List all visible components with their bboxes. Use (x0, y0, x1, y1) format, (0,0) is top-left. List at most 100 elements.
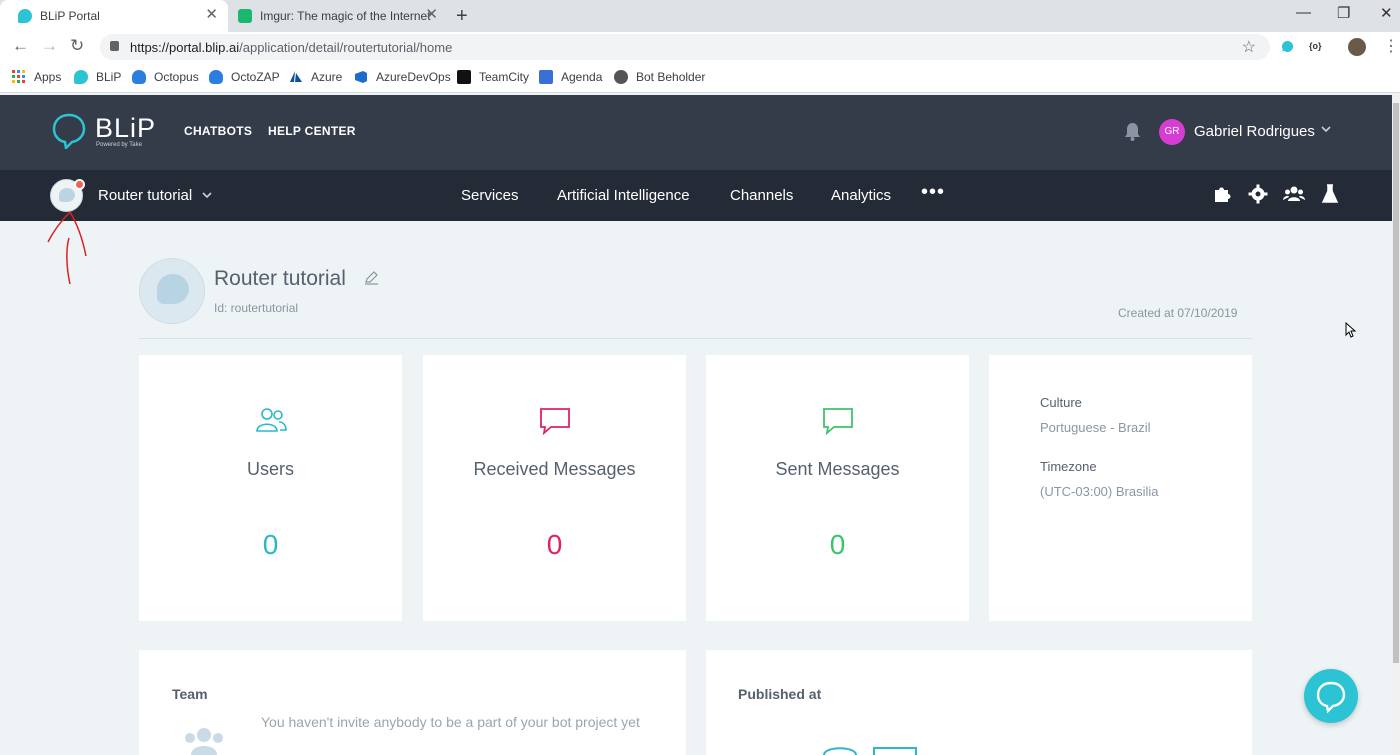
blip-logo[interactable]: BLiP Powered by Take (52, 113, 155, 154)
close-tab-icon[interactable]: ✕ (425, 7, 438, 22)
team-title: Team (172, 686, 208, 702)
mouse-cursor-icon (1345, 321, 1357, 343)
bookmark-bot-beholder[interactable]: Bot Beholder (614, 70, 705, 84)
url-text: https://portal.blip.ai/application/detai… (130, 40, 452, 55)
reload-icon[interactable]: ↻ (70, 36, 84, 56)
puzzle-icon[interactable] (1213, 184, 1233, 209)
user-avatar[interactable]: GR (1159, 119, 1185, 145)
published-title: Published at (738, 686, 822, 702)
sent-messages-card: Sent Messages 0 (706, 355, 969, 621)
imgur-favicon-icon (238, 9, 252, 23)
bot-id: Id: routertutorial (214, 301, 299, 315)
bot-selector[interactable]: Router tutorial (98, 187, 192, 204)
blip-logo-bubble-icon (52, 113, 86, 151)
bookmark-star-icon[interactable]: ☆ (1242, 37, 1256, 57)
chat-bubble-icon (157, 274, 189, 304)
scrollbar-thumb[interactable] (1393, 103, 1399, 663)
tab-channels[interactable]: Channels (730, 187, 793, 204)
teamcity-icon (457, 70, 471, 84)
json-extension-icon[interactable]: {o} (1309, 41, 1322, 51)
blip-favicon-icon (18, 9, 32, 23)
stat-value: 0 (829, 529, 846, 560)
logo-tagline: Powered by Take (96, 142, 142, 148)
close-tab-icon[interactable]: ✕ (205, 7, 218, 22)
nav-help-center[interactable]: HELP CENTER (268, 124, 356, 138)
tab-analytics[interactable]: Analytics (831, 187, 891, 204)
bookmark-label: Apps (34, 70, 62, 84)
page-title: Router tutorial (214, 267, 346, 290)
tab-imgur[interactable]: Imgur: The magic of the Internet ✕ (228, 0, 448, 32)
divider (139, 338, 1252, 339)
chat-support-button[interactable] (1304, 669, 1358, 723)
menu-kebab-icon[interactable]: ⋮ (1383, 36, 1399, 56)
annotation-arrow-icon (47, 211, 87, 285)
bookmark-label: Azure (311, 70, 343, 84)
new-tab-icon[interactable]: + (456, 5, 468, 28)
timezone-value: (UTC-03:00) Brasilia (1040, 484, 1159, 499)
team-empty-message: You haven't invite anybody to be a part … (261, 714, 640, 730)
maximize-icon[interactable]: ❐ (1337, 4, 1350, 22)
gear-icon[interactable] (1248, 184, 1268, 209)
bookmark-label: Octopus (154, 70, 199, 84)
calendar-icon (539, 70, 553, 84)
azure-icon (289, 70, 303, 84)
octopus-icon (209, 70, 223, 84)
chevron-down-icon[interactable] (1320, 122, 1332, 140)
team-placeholder-icon (181, 725, 227, 755)
stat-value: 0 (262, 529, 279, 560)
bookmark-agenda[interactable]: Agenda (539, 70, 602, 84)
bookmark-octopus[interactable]: Octopus (132, 70, 199, 84)
octopus-icon (132, 70, 146, 84)
tab-services[interactable]: Services (461, 187, 519, 204)
url-path: /application/detail/routertutorial/home (239, 40, 453, 55)
bell-icon[interactable] (1124, 122, 1141, 146)
bookmark-label: BLiP (96, 70, 122, 84)
bookmark-label: TeamCity (479, 70, 530, 84)
bookmark-label: AzureDevOps (376, 70, 451, 84)
bookmarks-bar: Apps BLiP Octopus OctoZAP Azure AzureDev… (0, 62, 1400, 93)
profile-avatar-icon[interactable] (1348, 38, 1366, 56)
chevron-down-icon[interactable] (200, 188, 214, 207)
tab-blip-portal[interactable]: BLiP Portal ✕ (0, 0, 228, 32)
address-bar-row: ← → ↻ https://portal.blip.ai/application… (0, 32, 1400, 62)
user-name[interactable]: Gabriel Rodrigues (1194, 123, 1315, 140)
team-icon[interactable] (1283, 184, 1305, 209)
bot-info-card: Culture Portuguese - Brazil Timezone (UT… (989, 355, 1252, 621)
bookmark-octozap[interactable]: OctoZAP (209, 70, 280, 84)
stat-label: Received Messages (473, 459, 636, 479)
url-input[interactable]: https://portal.blip.ai/application/detai… (100, 34, 1270, 60)
nav-chatbots[interactable]: CHATBOTS (184, 124, 252, 138)
more-options-icon[interactable]: ••• (921, 181, 945, 204)
page-scrollbar[interactable] (1392, 95, 1400, 755)
apps-grid-icon (12, 70, 26, 84)
globe-icon (614, 70, 628, 84)
received-messages-card: Received Messages 0 (423, 355, 686, 621)
bookmark-label: Bot Beholder (636, 70, 706, 84)
message-bubble-icon (822, 407, 854, 440)
culture-value: Portuguese - Brazil (1040, 420, 1151, 435)
azure-devops-icon (354, 70, 368, 84)
blip-extension-icon[interactable] (1281, 40, 1294, 58)
users-card: Users 0 (139, 355, 402, 621)
created-date: Created at 07/10/2019 (1118, 306, 1238, 320)
notification-dot (74, 179, 85, 190)
forward-icon[interactable]: → (41, 36, 58, 56)
published-card: Published at (706, 650, 1252, 755)
bookmark-label: Agenda (561, 70, 603, 84)
chat-bubble-icon (1316, 681, 1346, 713)
close-window-icon[interactable]: ✕ (1380, 4, 1393, 22)
flask-icon[interactable] (1321, 184, 1339, 209)
tab-title: Imgur: The magic of the Internet (260, 9, 431, 23)
browser-tab-bar: BLiP Portal ✕ Imgur: The magic of the In… (0, 0, 1400, 32)
logo-text: BLiP (95, 113, 157, 143)
bookmark-azuredevops[interactable]: AzureDevOps (354, 70, 451, 84)
bookmark-blip[interactable]: BLiP (74, 70, 121, 84)
bookmark-teamcity[interactable]: TeamCity (457, 70, 529, 84)
tab-artificial-intelligence[interactable]: Artificial Intelligence (557, 187, 690, 204)
edit-pencil-icon[interactable] (364, 270, 379, 290)
back-icon[interactable]: ← (12, 36, 29, 56)
bookmark-azure[interactable]: Azure (289, 70, 342, 84)
bot-large-avatar[interactable] (139, 258, 205, 324)
minimize-icon[interactable]: — (1296, 4, 1311, 21)
bookmark-apps[interactable]: Apps (12, 70, 61, 84)
